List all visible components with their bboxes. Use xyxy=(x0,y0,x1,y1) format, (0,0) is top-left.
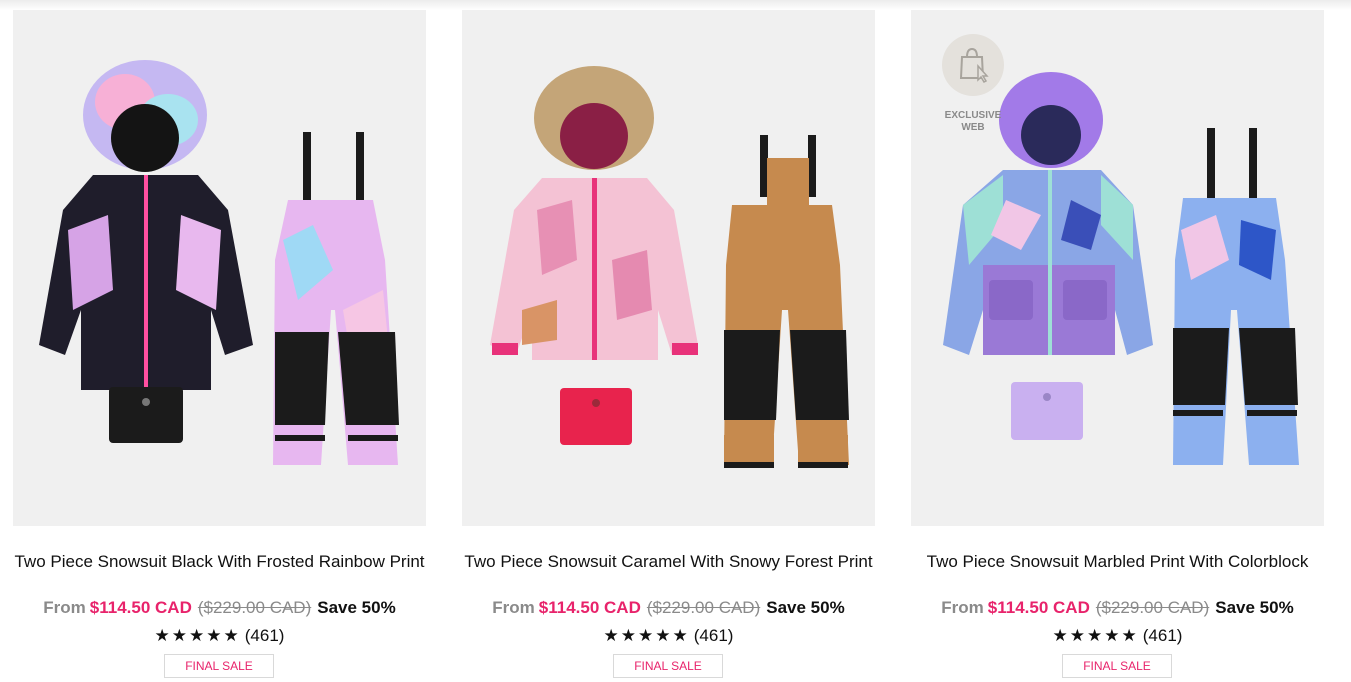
original-price: ($229.00 CAD) xyxy=(1095,598,1210,617)
save-percent: Save 50% xyxy=(317,598,396,617)
save-percent: Save 50% xyxy=(1215,598,1294,617)
final-sale-badge: FINAL SALE xyxy=(164,654,274,678)
price-row: From $114.50 CAD ($229.00 CAD) Save 50% xyxy=(462,597,875,619)
snowsuit-illustration xyxy=(490,66,849,468)
from-label: From xyxy=(492,598,535,617)
product-card[interactable]: Two Piece Snowsuit Caramel With Snowy Fo… xyxy=(462,10,875,682)
product-image[interactable] xyxy=(13,10,426,526)
review-count: (461) xyxy=(244,626,285,645)
star-rating-icon: ★★★★★ xyxy=(1052,626,1139,645)
from-label: From xyxy=(941,598,984,617)
review-count: (461) xyxy=(1142,626,1183,645)
exclusive-web-badge: EXCLUSIVE WEB xyxy=(941,34,1005,134)
from-label: From xyxy=(43,598,86,617)
save-percent: Save 50% xyxy=(766,598,845,617)
rating-row[interactable]: ★★★★★ (461) xyxy=(911,625,1324,647)
price-row: From $114.50 CAD ($229.00 CAD) Save 50% xyxy=(13,597,426,619)
review-count: (461) xyxy=(693,626,734,645)
original-price: ($229.00 CAD) xyxy=(197,598,312,617)
shopping-bag-cursor-icon xyxy=(942,34,1004,96)
final-sale-badge: FINAL SALE xyxy=(613,654,723,678)
product-title[interactable]: Two Piece Snowsuit Caramel With Snowy Fo… xyxy=(462,551,875,572)
product-title[interactable]: Two Piece Snowsuit Black With Frosted Ra… xyxy=(13,551,426,572)
sale-price: $114.50 CAD xyxy=(987,598,1090,617)
star-rating-icon: ★★★★★ xyxy=(154,626,241,645)
product-image[interactable] xyxy=(462,10,875,526)
rating-row[interactable]: ★★★★★ (461) xyxy=(462,625,875,647)
star-rating-icon: ★★★★★ xyxy=(603,626,690,645)
snowsuit-illustration xyxy=(39,60,399,465)
original-price: ($229.00 CAD) xyxy=(646,598,761,617)
product-title[interactable]: Two Piece Snowsuit Marbled Print With Co… xyxy=(911,551,1324,572)
sale-price: $114.50 CAD xyxy=(538,598,641,617)
product-card[interactable]: EXCLUSIVE WEB Two Piece Snowsuit Marbled… xyxy=(911,10,1324,682)
final-sale-badge: FINAL SALE xyxy=(1062,654,1172,678)
exclusive-web-label: EXCLUSIVE WEB xyxy=(944,110,1002,133)
price-row: From $114.50 CAD ($229.00 CAD) Save 50% xyxy=(911,597,1324,619)
product-card[interactable]: Two Piece Snowsuit Black With Frosted Ra… xyxy=(13,10,426,682)
sale-price: $114.50 CAD xyxy=(89,598,192,617)
top-shadow xyxy=(0,0,1351,10)
product-image[interactable]: EXCLUSIVE WEB xyxy=(911,10,1324,526)
rating-row[interactable]: ★★★★★ (461) xyxy=(13,625,426,647)
